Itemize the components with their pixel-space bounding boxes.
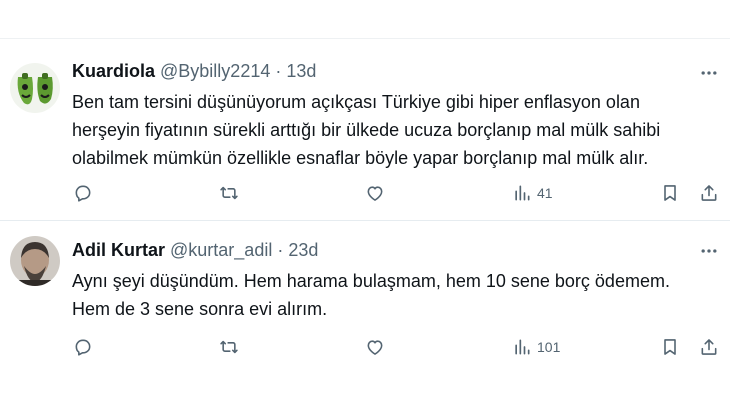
action-bar: 41 xyxy=(0,180,730,206)
tweet-text-line: herşeyin fiyatının sürekli arttığı bir ü… xyxy=(72,120,661,140)
reply-icon xyxy=(75,339,91,356)
retweet-button[interactable] xyxy=(219,180,239,206)
bookmark-icon xyxy=(664,185,676,201)
green-peppers-avatar xyxy=(10,63,60,113)
reply-button[interactable] xyxy=(73,180,93,206)
tweet-text-line: Ben tam tersini düşünüyorum açıkçası Tür… xyxy=(72,92,640,112)
profile-photo-avatar xyxy=(10,236,60,286)
tweet-text-line: Hem de 3 sene sonra evi alırım. xyxy=(72,299,328,319)
views-button[interactable]: 101 xyxy=(512,334,560,360)
tweet[interactable]: Adil Kurtar @kurtar_adil · 23d Aynı şeyi… xyxy=(0,222,730,420)
user-handle[interactable]: @Bybilly2214 xyxy=(160,61,270,82)
display-name[interactable]: Adil Kurtar xyxy=(72,240,165,261)
more-horizontal-icon[interactable] xyxy=(696,63,722,83)
more-horizontal-icon[interactable] xyxy=(696,241,722,261)
views-button[interactable]: 41 xyxy=(512,180,553,206)
timestamp[interactable]: 13d xyxy=(286,61,316,82)
action-bar: 101 xyxy=(0,334,730,360)
tweet-text: Ben tam tersini düşünüyorum açıkçası Tür… xyxy=(72,88,722,172)
separator: · xyxy=(275,60,282,81)
tweet[interactable]: Kuardiola @Bybilly2214 · 13d Ben tam ter… xyxy=(0,0,730,221)
timestamp[interactable]: 23d xyxy=(288,240,318,261)
bookmark-icon xyxy=(664,339,676,355)
tweet-header: Kuardiola @Bybilly2214 · 13d xyxy=(72,60,316,82)
like-button[interactable] xyxy=(365,180,385,206)
tweet-header: Adil Kurtar @kurtar_adil · 23d xyxy=(72,239,318,261)
views-icon xyxy=(515,185,530,201)
retweet-icon xyxy=(220,340,238,354)
user-handle[interactable]: @kurtar_adil xyxy=(170,240,272,261)
views-icon xyxy=(515,339,530,355)
bookmark-button[interactable] xyxy=(660,334,680,360)
share-button[interactable] xyxy=(699,180,719,206)
share-button[interactable] xyxy=(699,334,719,360)
display-name[interactable]: Kuardiola xyxy=(72,61,155,82)
retweet-button[interactable] xyxy=(219,334,239,360)
bookmark-button[interactable] xyxy=(660,180,680,206)
like-icon xyxy=(367,186,383,201)
views-count: 101 xyxy=(537,339,561,355)
views-count: 41 xyxy=(537,185,553,201)
tweet-text-line: Aynı şeyi düşündüm. Hem harama bulaşmam,… xyxy=(72,271,670,291)
separator: · xyxy=(277,239,284,260)
tweet-text-line: olabilmek mümkün özellikle esnaflar böyl… xyxy=(72,148,649,168)
like-button[interactable] xyxy=(365,334,385,360)
share-icon xyxy=(701,185,717,201)
reply-button[interactable] xyxy=(73,334,93,360)
avatar[interactable] xyxy=(10,63,60,113)
like-icon xyxy=(367,340,383,355)
share-icon xyxy=(701,339,717,355)
avatar[interactable] xyxy=(10,236,60,286)
reply-icon xyxy=(75,185,91,202)
tweet-text: Aynı şeyi düşündüm. Hem harama bulaşmam,… xyxy=(72,267,722,323)
retweet-icon xyxy=(220,186,238,200)
tweet-divider xyxy=(0,220,730,221)
